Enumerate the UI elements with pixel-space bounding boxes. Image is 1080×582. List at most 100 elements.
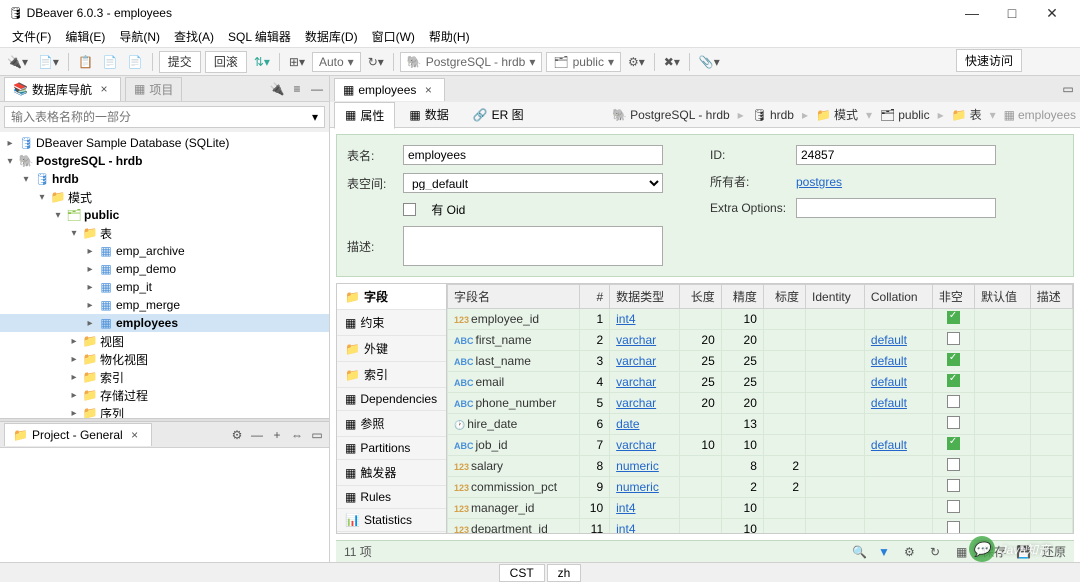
col-default[interactable]: 默认值 — [975, 285, 1031, 309]
table-row[interactable]: ABCphone_number5varchar2020default — [448, 393, 1073, 414]
table-row[interactable]: 123commission_pct9numeric22 — [448, 477, 1073, 498]
notnull-checkbox[interactable] — [947, 311, 960, 324]
expand-icon[interactable]: ▸ — [84, 282, 96, 293]
settings-icon[interactable]: ⚙ — [229, 427, 245, 443]
col-identity[interactable]: Identity — [806, 285, 865, 309]
close-button[interactable]: ✕ — [1032, 5, 1072, 22]
tree-item[interactable]: 表 — [100, 225, 112, 242]
notnull-checkbox[interactable] — [947, 332, 960, 345]
table-row[interactable]: 123department_id11int410 — [448, 519, 1073, 534]
side-item-triggers[interactable]: ▦ 触发器 — [337, 460, 446, 486]
menu-help[interactable]: 帮助(H) — [423, 26, 476, 47]
has-oid-checkbox[interactable] — [403, 203, 416, 216]
expand-icon[interactable]: ▸ — [4, 138, 16, 149]
filter-icon[interactable]: ▼ — [878, 545, 894, 559]
datatype-link[interactable]: numeric — [616, 480, 659, 494]
nav-search[interactable]: ▾ — [4, 106, 325, 128]
datatype-link[interactable]: varchar — [616, 333, 656, 347]
table-row[interactable]: ABCemail4varchar2525default — [448, 372, 1073, 393]
notnull-checkbox[interactable] — [947, 416, 960, 429]
rollback-button[interactable]: 回滚 — [205, 51, 247, 73]
breadcrumb-schemas[interactable]: 📁 模式 — [816, 106, 858, 123]
toolbar-icon[interactable]: ⚙▾ — [625, 51, 648, 73]
tab-projects[interactable]: ▦ 项目 — [125, 77, 182, 101]
breadcrumb-schema[interactable]: 🗂 public — [880, 108, 930, 122]
toolbar-icon[interactable]: 📄 — [100, 51, 121, 73]
side-item-constraints[interactable]: ▦ 约束 — [337, 310, 446, 336]
schema-select[interactable]: 🗂 public ▾ — [546, 52, 621, 72]
database-tree[interactable]: ▸🛢DBeaver Sample Database (SQLite) ▾🐘Pos… — [0, 132, 329, 418]
side-item-deps[interactable]: ▦ Dependencies — [337, 388, 446, 411]
table-row[interactable]: 🕐hire_date6date13 — [448, 414, 1073, 435]
menu-window[interactable]: 窗口(W) — [366, 26, 421, 47]
menu-navigate[interactable]: 导航(N) — [113, 26, 166, 47]
tree-item[interactable]: 存储过程 — [100, 387, 148, 404]
table-row[interactable]: ABClast_name3varchar2525default — [448, 351, 1073, 372]
tab-project-general[interactable]: 📁 Project - General × — [4, 423, 152, 446]
refresh-icon[interactable]: ↻▾ — [365, 51, 387, 73]
property-category-list[interactable]: 📁 字段 ▦ 约束 📁 外键 📁 索引 ▦ Dependencies ▦ 参照 … — [337, 284, 447, 533]
close-icon[interactable]: × — [420, 82, 436, 98]
breadcrumb-db[interactable]: 🛢 hrdb — [752, 108, 794, 122]
table-row[interactable]: ABCjob_id7varchar1010default — [448, 435, 1073, 456]
collapse-icon[interactable]: ▾ — [52, 210, 64, 221]
col-length[interactable]: 长度 — [679, 285, 721, 309]
plus-icon[interactable]: + — [269, 427, 285, 443]
expand-icon[interactable]: ▸ — [68, 372, 80, 383]
side-item-rules[interactable]: ▦ Rules — [337, 486, 446, 509]
minimize-icon[interactable]: ▭ — [1060, 81, 1076, 97]
tree-item[interactable]: emp_demo — [116, 262, 176, 276]
datatype-link[interactable]: int4 — [616, 312, 635, 326]
expand-icon[interactable]: ▸ — [84, 318, 96, 329]
datatype-link[interactable]: varchar — [616, 396, 656, 410]
search-input[interactable] — [11, 110, 312, 124]
toolbar-icon[interactable]: 🔌 — [269, 81, 285, 97]
datatype-link[interactable]: numeric — [616, 459, 659, 473]
commit-button[interactable]: 提交 — [159, 51, 201, 73]
notnull-checkbox[interactable] — [947, 353, 960, 366]
close-icon[interactable]: × — [96, 81, 112, 97]
close-icon[interactable]: × — [127, 427, 143, 443]
col-collation[interactable]: Collation — [864, 285, 932, 309]
tx-mode-icon[interactable]: ⇅▾ — [251, 51, 273, 73]
quick-access[interactable]: 快速访问 — [956, 49, 1022, 72]
tree-item[interactable]: 视图 — [100, 333, 124, 350]
subtab-data[interactable]: ▦ 数据 — [399, 102, 458, 127]
collation-link[interactable]: default — [871, 333, 907, 347]
auto-mode-select[interactable]: Auto ▾ — [312, 52, 361, 72]
editor-tab-employees[interactable]: ▦ employees × — [334, 78, 445, 101]
collation-link[interactable]: default — [871, 354, 907, 368]
collation-link[interactable]: default — [871, 396, 907, 410]
tree-item[interactable]: hrdb — [52, 172, 79, 186]
menu-file[interactable]: 文件(F) — [6, 26, 57, 47]
tree-item[interactable]: 索引 — [100, 369, 124, 386]
datatype-link[interactable]: varchar — [616, 375, 656, 389]
tree-item[interactable]: DBeaver Sample Database (SQLite) — [36, 136, 229, 150]
notnull-checkbox[interactable] — [947, 500, 960, 513]
collapse-icon[interactable]: ▾ — [68, 228, 80, 239]
menu-sql[interactable]: SQL 编辑器 — [222, 26, 297, 47]
subtab-properties[interactable]: ▦ 属性 — [334, 102, 395, 129]
connection-select[interactable]: 🐘 PostgreSQL - hrdb ▾ — [400, 52, 543, 72]
minimize-button[interactable]: — — [952, 5, 992, 21]
toolbar-icon[interactable]: 📎▾ — [696, 51, 723, 73]
breadcrumb-table[interactable]: ▦ employees — [1004, 108, 1076, 122]
minus-icon[interactable]: — — [249, 427, 265, 443]
table-row[interactable]: ABCfirst_name2varchar2020default — [448, 330, 1073, 351]
side-item-partitions[interactable]: ▦ Partitions — [337, 437, 446, 460]
subtab-er[interactable]: 🔗 ER 图 — [463, 102, 534, 127]
dropdown-icon[interactable]: ▾ — [312, 110, 318, 124]
notnull-checkbox[interactable] — [947, 458, 960, 471]
tree-item[interactable]: emp_it — [116, 280, 152, 294]
toolbar-icon[interactable]: 📋 — [75, 51, 96, 73]
tree-item[interactable]: PostgreSQL - hrdb — [36, 154, 142, 168]
columns-grid[interactable]: 字段名 # 数据类型 长度 精度 标度 Identity Collation 非… — [447, 284, 1073, 533]
col-scale[interactable]: 标度 — [763, 285, 805, 309]
table-name-field[interactable] — [403, 145, 663, 165]
tree-item[interactable]: 模式 — [68, 189, 92, 206]
link-icon[interactable]: ⇔ — [289, 427, 305, 443]
tree-item[interactable]: emp_merge — [116, 298, 180, 312]
datatype-link[interactable]: date — [616, 417, 639, 431]
notnull-checkbox[interactable] — [947, 437, 960, 450]
extra-options-field[interactable] — [796, 198, 996, 218]
